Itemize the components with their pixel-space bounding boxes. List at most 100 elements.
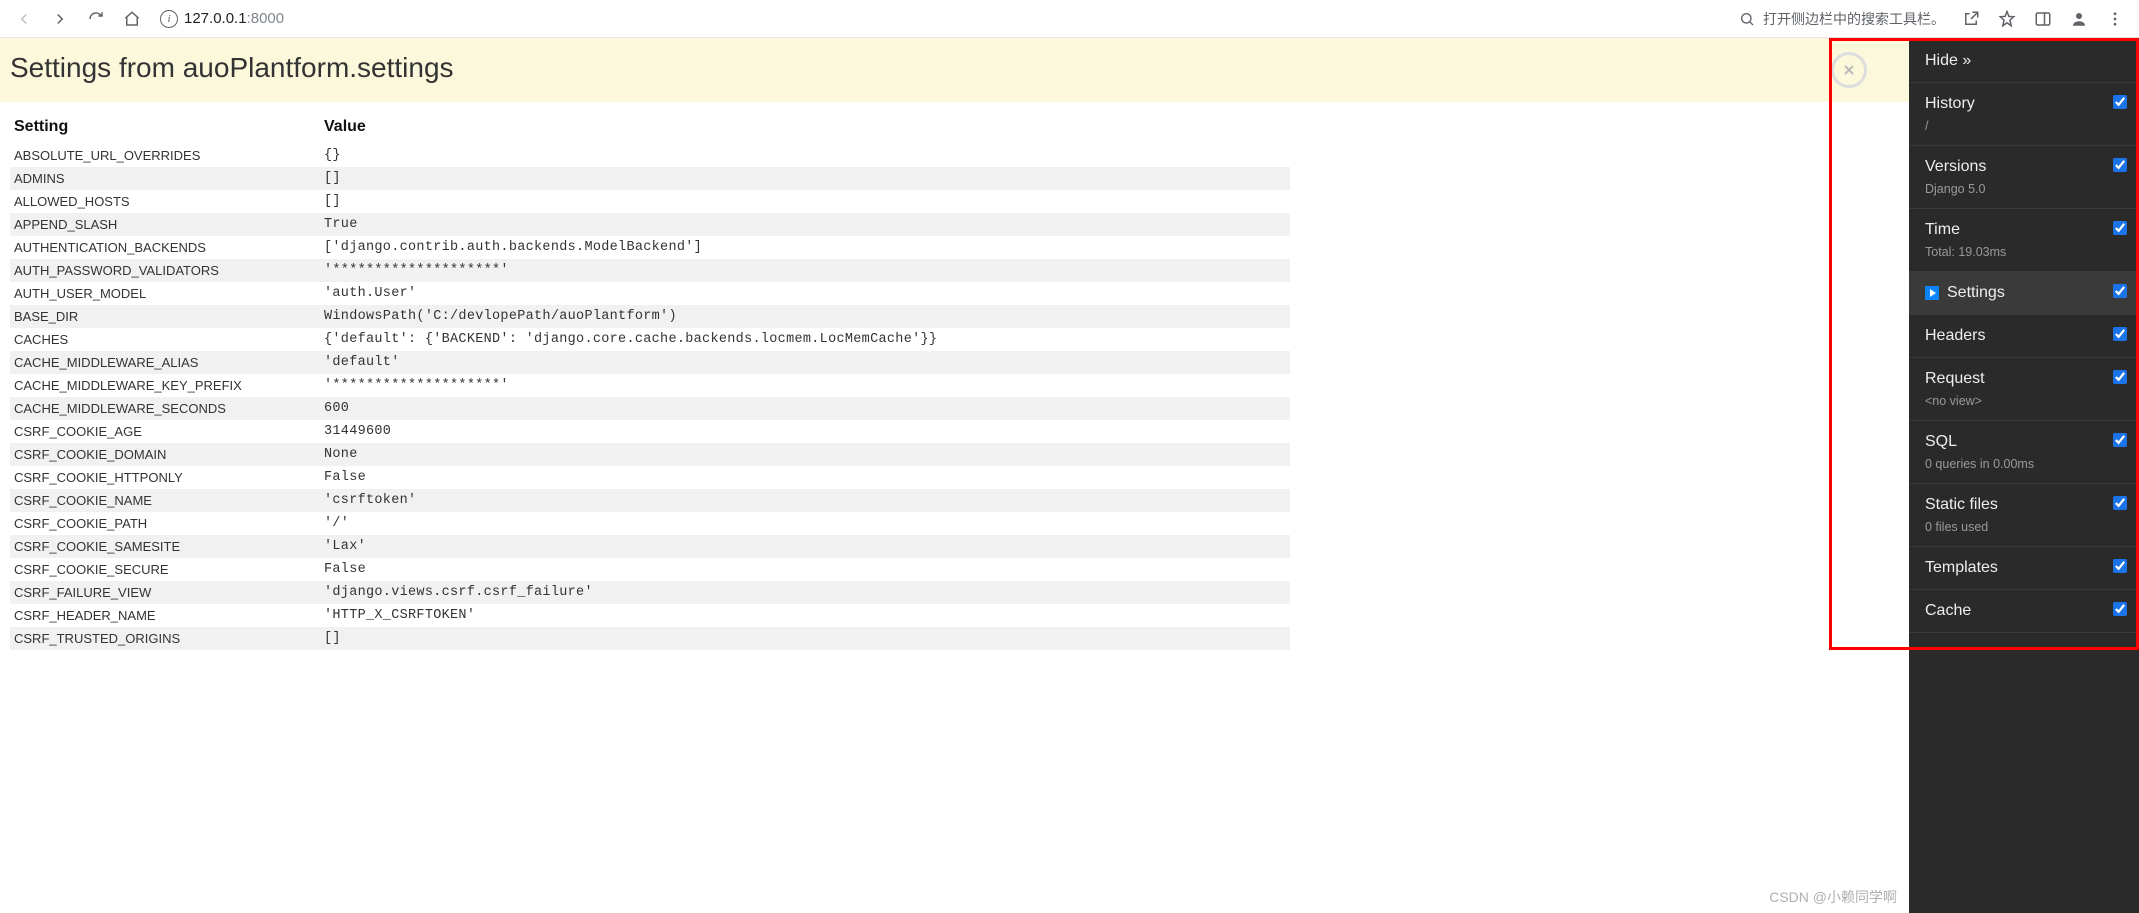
table-row: CSRF_COOKIE_DOMAINNone: [10, 443, 1290, 466]
setting-value: True: [320, 213, 1290, 236]
toolbar-panel-templates[interactable]: Templates: [1909, 547, 2139, 590]
toolbar-panel-headers[interactable]: Headers: [1909, 315, 2139, 358]
page-content: Settings from auoPlantform.settings Sett…: [0, 38, 2139, 913]
toolbar-panel-checkbox[interactable]: [2113, 284, 2127, 298]
profile-button[interactable]: [2063, 3, 2095, 35]
toolbar-panel-checkbox[interactable]: [2113, 559, 2127, 573]
col-setting: Setting: [10, 112, 320, 144]
table-row: CACHES{'default': {'BACKEND': 'django.co…: [10, 328, 1290, 351]
toolbar-panel-static-files[interactable]: Static files 0 files used: [1909, 484, 2139, 547]
toolbar-panel-settings[interactable]: Settings: [1909, 272, 2139, 315]
toolbar-panel-checkbox[interactable]: [2113, 433, 2127, 447]
toolbar-panel-time[interactable]: Time Total: 19.03ms: [1909, 209, 2139, 272]
toolbar-panel-checkbox[interactable]: [2113, 95, 2127, 109]
close-panel-button[interactable]: [1831, 52, 1867, 88]
setting-value: []: [320, 190, 1290, 213]
reload-button[interactable]: [80, 3, 112, 35]
toolbar-right: 打开侧边栏中的搜索工具栏。: [1739, 3, 2131, 35]
toolbar-panel-title: Static files: [1925, 496, 2123, 514]
toolbar-panel-subtitle: Django 5.0: [1925, 182, 2123, 196]
table-row: CACHE_MIDDLEWARE_SECONDS600: [10, 397, 1290, 420]
table-row: BASE_DIRWindowsPath('C:/devlopePath/auoP…: [10, 305, 1290, 328]
table-row: ALLOWED_HOSTS[]: [10, 190, 1290, 213]
setting-value: ['django.contrib.auth.backends.ModelBack…: [320, 236, 1290, 259]
table-row: CACHE_MIDDLEWARE_KEY_PREFIX'************…: [10, 374, 1290, 397]
toolbar-hide-button[interactable]: Hide »: [1909, 38, 2139, 83]
bookmark-button[interactable]: [1991, 3, 2023, 35]
setting-key: CSRF_COOKIE_NAME: [10, 489, 320, 512]
setting-value: []: [320, 167, 1290, 190]
toolbar-panel-checkbox[interactable]: [2113, 496, 2127, 510]
table-row: CSRF_COOKIE_HTTPONLYFalse: [10, 466, 1290, 489]
toolbar-panel-request[interactable]: Request<no view>: [1909, 358, 2139, 421]
search-icon: [1739, 11, 1755, 27]
toolbar-panel-checkbox[interactable]: [2113, 370, 2127, 384]
table-row: AUTHENTICATION_BACKENDS['django.contrib.…: [10, 236, 1290, 259]
toolbar-panel-title: Request: [1925, 370, 2123, 388]
toolbar-panel-versions[interactable]: Versions Django 5.0: [1909, 146, 2139, 209]
debug-toolbar: Hide » History/Versions Django 5.0 Time Tot…: [1909, 38, 2139, 913]
forward-button[interactable]: [44, 3, 76, 35]
setting-key: CSRF_COOKIE_SECURE: [10, 558, 320, 581]
toolbar-panel-title: SQL: [1925, 433, 2123, 451]
setting-value: '********************': [320, 259, 1290, 282]
back-button[interactable]: [8, 3, 40, 35]
col-value: Value: [320, 112, 1290, 144]
table-row: CSRF_HEADER_NAME'HTTP_X_CSRFTOKEN': [10, 604, 1290, 627]
setting-key: CACHES: [10, 328, 320, 351]
table-row: CSRF_COOKIE_SECUREFalse: [10, 558, 1290, 581]
toolbar-panel-title: Time: [1925, 221, 2123, 239]
address-bar[interactable]: i 127.0.0.1:8000: [160, 10, 284, 28]
table-row: AUTH_USER_MODEL'auth.User': [10, 282, 1290, 305]
toolbar-panel-checkbox[interactable]: [2113, 327, 2127, 341]
setting-key: CSRF_COOKIE_HTTPONLY: [10, 466, 320, 489]
setting-key: APPEND_SLASH: [10, 213, 320, 236]
setting-key: BASE_DIR: [10, 305, 320, 328]
toolbar-panel-title: Settings: [1925, 284, 2123, 302]
toolbar-panel-subtitle: Total: 19.03ms: [1925, 245, 2123, 259]
setting-value: '********************': [320, 374, 1290, 397]
setting-key: ADMINS: [10, 167, 320, 190]
sidepanel-button[interactable]: [2027, 3, 2059, 35]
table-row: ADMINS[]: [10, 167, 1290, 190]
table-row: CSRF_TRUSTED_ORIGINS[]: [10, 627, 1290, 650]
toolbar-panel-title: Cache: [1925, 602, 2123, 620]
menu-button[interactable]: [2099, 3, 2131, 35]
setting-key: CACHE_MIDDLEWARE_ALIAS: [10, 351, 320, 374]
search-hint: 打开侧边栏中的搜索工具栏。: [1739, 9, 1945, 29]
browser-toolbar: i 127.0.0.1:8000 打开侧边栏中的搜索工具栏。: [0, 0, 2139, 38]
toolbar-panel-title: History: [1925, 95, 2123, 113]
setting-value: 31449600: [320, 420, 1290, 443]
toolbar-panel-history[interactable]: History/: [1909, 83, 2139, 146]
table-row: CSRF_COOKIE_NAME'csrftoken': [10, 489, 1290, 512]
toolbar-panel-title: Versions: [1925, 158, 2123, 176]
toolbar-panel-subtitle: 0 files used: [1925, 520, 2123, 534]
home-button[interactable]: [116, 3, 148, 35]
toolbar-panel-checkbox[interactable]: [2113, 221, 2127, 235]
setting-key: ABSOLUTE_URL_OVERRIDES: [10, 144, 320, 167]
setting-value: {'default': {'BACKEND': 'django.core.cac…: [320, 328, 1290, 351]
toolbar-panel-sql[interactable]: SQL 0 queries in 0.00ms: [1909, 421, 2139, 484]
setting-value: []: [320, 627, 1290, 650]
setting-value: 'auth.User': [320, 282, 1290, 305]
setting-key: CSRF_COOKIE_DOMAIN: [10, 443, 320, 466]
setting-value: None: [320, 443, 1290, 466]
setting-key: CSRF_COOKIE_SAMESITE: [10, 535, 320, 558]
setting-key: CSRF_COOKIE_AGE: [10, 420, 320, 443]
toolbar-panel-cache[interactable]: Cache: [1909, 590, 2139, 633]
play-icon: [1925, 286, 1939, 300]
setting-value: WindowsPath('C:/devlopePath/auoPlantform…: [320, 305, 1290, 328]
setting-key: CACHE_MIDDLEWARE_KEY_PREFIX: [10, 374, 320, 397]
toolbar-panel-checkbox[interactable]: [2113, 158, 2127, 172]
settings-table-wrap: Setting Value ABSOLUTE_URL_OVERRIDES{}AD…: [0, 102, 2139, 650]
toolbar-panel-subtitle: 0 queries in 0.00ms: [1925, 457, 2123, 471]
setting-value: 'default': [320, 351, 1290, 374]
panel-title: Settings from auoPlantform.settings: [10, 52, 2129, 84]
toolbar-panel-checkbox[interactable]: [2113, 602, 2127, 616]
setting-key: CACHE_MIDDLEWARE_SECONDS: [10, 397, 320, 420]
site-info-icon[interactable]: i: [160, 10, 178, 28]
setting-value: 'csrftoken': [320, 489, 1290, 512]
panel-header: Settings from auoPlantform.settings: [0, 38, 2139, 102]
setting-value: '/': [320, 512, 1290, 535]
share-button[interactable]: [1955, 3, 1987, 35]
